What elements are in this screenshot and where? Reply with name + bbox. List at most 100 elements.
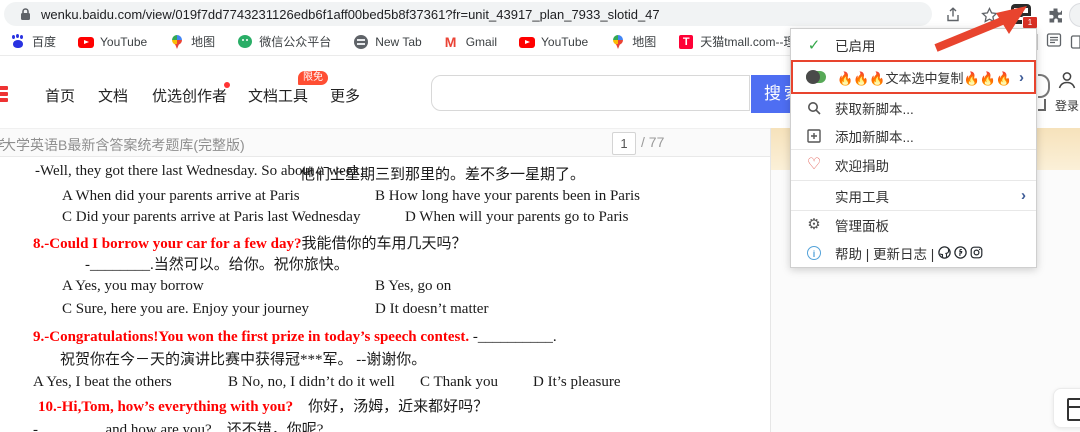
menu-item-donate[interactable]: ♡ 欢迎捐助 (791, 150, 1036, 180)
nav-more[interactable]: 更多 (330, 85, 360, 106)
extensions-puzzle-icon[interactable] (1044, 4, 1066, 26)
tools-label: 实用工具 (835, 186, 889, 206)
doc-text-line: 10.-Hi,Tom, how’s everything with you? 你… (38, 395, 488, 416)
limit-free-badge: 限免 (298, 71, 328, 85)
menu-item-enabled[interactable]: ✓ 已启用 (791, 29, 1036, 60)
share-icon[interactable] (942, 4, 964, 26)
tmall-icon (678, 34, 694, 50)
enabled-label: 已启用 (835, 35, 876, 55)
menu-item-script[interactable]: 🔥🔥🔥文本选中复制🔥🔥🔥 › (791, 60, 1036, 94)
maps-icon (169, 34, 185, 50)
side-widget[interactable] (1053, 388, 1080, 428)
doc-text-line: 9.-Congratulations!You won the first pri… (33, 329, 557, 346)
dashboard-label: 管理面板 (835, 215, 889, 235)
bookmark-item[interactable]: New Tab (353, 34, 421, 50)
tampermonkey-menu: ✓ 已启用 🔥🔥🔥文本选中复制🔥🔥🔥 › 获取新脚本... 添加新脚本... (790, 28, 1037, 268)
search-magnifier-icon (804, 101, 824, 115)
doc-text-line: A Yes, I beat the others (33, 374, 172, 391)
address-bar[interactable]: wenku.baidu.com/view/019f7dd7743231126ed… (4, 2, 932, 26)
bookmark-label: 地图 (191, 33, 215, 50)
menu-item-dashboard[interactable]: ⚙ 管理面板 (791, 211, 1036, 238)
doc-text-line: D It doesn’t matter (375, 301, 488, 318)
bookmark-star-icon[interactable] (978, 4, 1000, 26)
url-text[interactable]: wenku.baidu.com/view/019f7dd7743231126ed… (41, 7, 660, 22)
page-total: / 77 (641, 134, 664, 150)
gear-icon: ⚙ (804, 217, 824, 232)
bookmark-item[interactable]: 微信公众平台 (237, 33, 331, 50)
menu-item-get-scripts[interactable]: 获取新脚本... (791, 94, 1036, 122)
doc-text-line: 他们上星期三到那里的。差不多一星期了。 (300, 163, 585, 184)
doc-body: -Well, they got there last Wednesday. So… (0, 157, 770, 432)
doc-text-line: A Yes, you may borrow (62, 278, 204, 295)
doc-text-line: -________.当然可以。给你。祝你旅快。 (85, 253, 349, 274)
doc-text-line: B How long have your parents been in Par… (375, 188, 640, 205)
bookmark-item[interactable]: 地图 (610, 33, 656, 50)
menu-item-help[interactable]: i 帮助 | 更新日志 | (791, 238, 1036, 267)
user-icon (1057, 70, 1077, 90)
youtube-icon (78, 34, 94, 50)
bookmark-item[interactable]: 天猫tmall.com--理... (678, 33, 805, 50)
nav-doc-tools[interactable]: 文档工具 (248, 85, 308, 106)
nav-docs[interactable]: 文档 (98, 85, 128, 106)
page-number-input[interactable]: 1 (612, 132, 636, 155)
wechat-icon (237, 34, 253, 50)
bookmark-item[interactable]: 百度 (10, 33, 56, 50)
reading-list-icon[interactable] (1046, 32, 1062, 53)
gmail-icon (444, 34, 460, 50)
bookmark-label: New Tab (375, 35, 421, 49)
doc-text-line: A When did your parents arrive at Paris (62, 188, 300, 205)
doc-text-line: D When will your parents go to Paris (405, 209, 628, 226)
script-name: 🔥🔥🔥文本选中复制🔥🔥🔥 (837, 68, 1012, 87)
maps-icon (610, 34, 626, 50)
doc-title: 大学英语B最新含答案统考题库(完整版) (2, 135, 245, 155)
nav-home[interactable]: 首页 (45, 85, 75, 106)
doc-text-line: C Thank you (420, 374, 498, 391)
chevron-right-icon: › (1021, 188, 1026, 203)
donate-label: 欢迎捐助 (835, 155, 889, 175)
bookmark-item[interactable]: YouTube (519, 34, 588, 50)
help-link-icons (938, 246, 983, 259)
wenku-logo (0, 86, 8, 108)
bookmark-label: YouTube (541, 35, 588, 49)
bookmark-item[interactable]: 地图 (169, 33, 215, 50)
nav-creators[interactable]: 优选创作者 (152, 85, 227, 106)
bookmark-label: Gmail (466, 35, 497, 49)
header-label-fragment (1038, 99, 1046, 111)
doc-text-line: D It’s pleasure (533, 374, 620, 391)
add-script-icon (804, 129, 824, 143)
doc-text-line: B No, no, I didn’t do it well (228, 374, 395, 391)
bookmarks-bar-right (1037, 28, 1080, 56)
help-label: 帮助 | 更新日志 | (835, 243, 934, 263)
side-panel-icon[interactable] (1070, 34, 1080, 50)
screen: wenku.baidu.com/view/019f7dd7743231126ed… (0, 0, 1080, 432)
bookmark-item[interactable]: YouTube (78, 34, 147, 50)
doc-text-line: 祝贺你在今－天的演讲比赛中获得冠***军。 --谢谢你。 (60, 348, 426, 369)
baidu-icon (10, 34, 26, 50)
doc-text-line: 8.-Could I borrow your car for a few day… (33, 232, 467, 253)
menu-item-tools[interactable]: 实用工具 › (791, 181, 1036, 210)
new-dot (224, 82, 230, 88)
facebook-icon[interactable] (954, 246, 967, 259)
add-script-label: 添加新脚本... (835, 126, 914, 146)
bookmark-item[interactable]: Gmail (444, 34, 497, 50)
login-button[interactable]: 登录 (1050, 70, 1080, 114)
doc-text-line: -________, and how are you? 还不错，你呢? (33, 418, 323, 432)
doc-titlebar: 学 大学英语B最新含答案统考题库(完整版) 1 / 77 (0, 128, 770, 157)
script-toggle-icon[interactable] (806, 71, 826, 83)
heart-icon: ♡ (804, 157, 824, 173)
doc-text-line: C Sure, here you are. Enjoy your journey (62, 301, 309, 318)
doc-text-line: C Did your parents arrive at Paris last … (62, 209, 360, 226)
profile-avatar[interactable] (1069, 3, 1080, 27)
github-icon[interactable] (938, 246, 951, 259)
chevron-right-icon: › (1019, 70, 1024, 85)
doc-text-line: B Yes, go on (375, 278, 451, 295)
lock-icon (20, 8, 31, 21)
info-icon: i (804, 246, 824, 260)
address-bar-row: wenku.baidu.com/view/019f7dd7743231126ed… (0, 0, 1080, 28)
menu-item-add-script[interactable]: 添加新脚本... (791, 122, 1036, 149)
tampermonkey-extension-icon[interactable]: 1 (1010, 3, 1034, 27)
instagram-icon[interactable] (970, 246, 983, 259)
bookmark-label: 百度 (32, 33, 56, 50)
bookmarks-divider (1037, 34, 1038, 50)
search-input[interactable] (431, 75, 750, 111)
